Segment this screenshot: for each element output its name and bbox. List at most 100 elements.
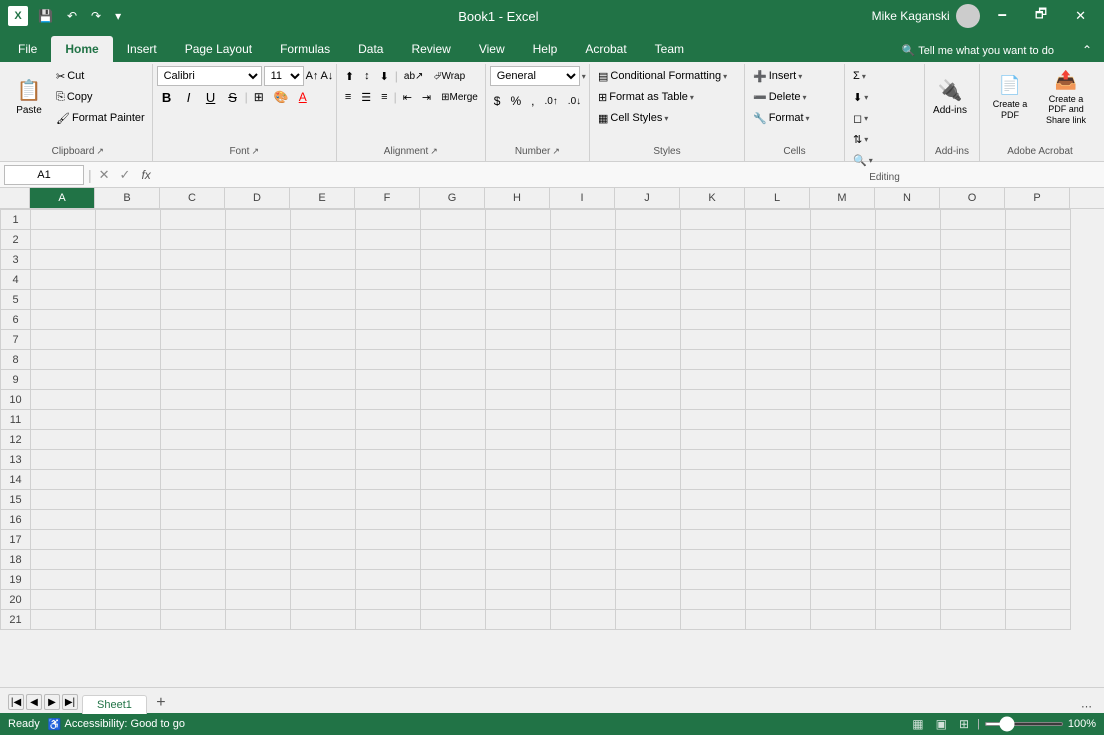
- cell-P17[interactable]: [1006, 530, 1071, 550]
- cell-K6[interactable]: [681, 310, 746, 330]
- cell-B12[interactable]: [96, 430, 161, 450]
- cell-G21[interactable]: [421, 610, 486, 630]
- cell-N9[interactable]: [876, 370, 941, 390]
- cell-J6[interactable]: [616, 310, 681, 330]
- cell-L1[interactable]: [746, 210, 811, 230]
- cell-M1[interactable]: [811, 210, 876, 230]
- cell-E7[interactable]: [291, 330, 356, 350]
- cell-D5[interactable]: [226, 290, 291, 310]
- cell-L17[interactable]: [746, 530, 811, 550]
- cell-J8[interactable]: [616, 350, 681, 370]
- col-header-E[interactable]: E: [290, 188, 355, 208]
- col-header-B[interactable]: B: [95, 188, 160, 208]
- cell-L3[interactable]: [746, 250, 811, 270]
- align-top-button[interactable]: ⬆: [341, 66, 358, 86]
- cell-L19[interactable]: [746, 570, 811, 590]
- cell-O20[interactable]: [941, 590, 1006, 610]
- cell-K8[interactable]: [681, 350, 746, 370]
- paste-button[interactable]: 📋 Paste: [8, 66, 50, 130]
- row-header-4[interactable]: 4: [1, 270, 31, 290]
- cell-F13[interactable]: [356, 450, 421, 470]
- cell-A8[interactable]: [31, 350, 96, 370]
- cell-D21[interactable]: [226, 610, 291, 630]
- sort-filter-button[interactable]: ⇅ ▾: [849, 129, 920, 149]
- cell-P2[interactable]: [1006, 230, 1071, 250]
- row-header-9[interactable]: 9: [1, 370, 31, 390]
- cell-F2[interactable]: [356, 230, 421, 250]
- cell-L7[interactable]: [746, 330, 811, 350]
- fill-dropdown-icon[interactable]: ▾: [864, 93, 868, 102]
- cut-button[interactable]: ✂ Cut: [52, 66, 149, 86]
- tab-review[interactable]: Review: [397, 36, 464, 62]
- cell-F8[interactable]: [356, 350, 421, 370]
- cell-E2[interactable]: [291, 230, 356, 250]
- cell-I17[interactable]: [551, 530, 616, 550]
- save-button[interactable]: 💾: [34, 7, 57, 25]
- normal-view-button[interactable]: ▦: [908, 716, 927, 732]
- tab-view[interactable]: View: [465, 36, 519, 62]
- alignment-expand-icon[interactable]: ↗: [430, 146, 438, 157]
- align-center-button[interactable]: ☰: [357, 87, 375, 107]
- cell-A16[interactable]: [31, 510, 96, 530]
- cell-J14[interactable]: [616, 470, 681, 490]
- align-middle-button[interactable]: ↕: [360, 66, 374, 86]
- cell-D2[interactable]: [226, 230, 291, 250]
- cell-O16[interactable]: [941, 510, 1006, 530]
- cell-H13[interactable]: [486, 450, 551, 470]
- cell-P14[interactable]: [1006, 470, 1071, 490]
- cell-N19[interactable]: [876, 570, 941, 590]
- cell-D9[interactable]: [226, 370, 291, 390]
- cell-K7[interactable]: [681, 330, 746, 350]
- col-header-N[interactable]: N: [875, 188, 940, 208]
- underline-button[interactable]: U: [201, 87, 221, 107]
- number-format-select[interactable]: General: [490, 66, 580, 86]
- cell-G7[interactable]: [421, 330, 486, 350]
- cell-F20[interactable]: [356, 590, 421, 610]
- tab-data[interactable]: Data: [344, 36, 397, 62]
- cell-M21[interactable]: [811, 610, 876, 630]
- cell-G20[interactable]: [421, 590, 486, 610]
- cell-E12[interactable]: [291, 430, 356, 450]
- cell-C19[interactable]: [161, 570, 226, 590]
- cell-H20[interactable]: [486, 590, 551, 610]
- cell-A21[interactable]: [31, 610, 96, 630]
- cell-G5[interactable]: [421, 290, 486, 310]
- cell-B20[interactable]: [96, 590, 161, 610]
- cell-O1[interactable]: [941, 210, 1006, 230]
- cell-L12[interactable]: [746, 430, 811, 450]
- cell-A19[interactable]: [31, 570, 96, 590]
- cell-L5[interactable]: [746, 290, 811, 310]
- sheet-last-button[interactable]: ▶|: [62, 694, 78, 710]
- cell-I21[interactable]: [551, 610, 616, 630]
- cell-O5[interactable]: [941, 290, 1006, 310]
- cell-I2[interactable]: [551, 230, 616, 250]
- row-header-20[interactable]: 20: [1, 590, 31, 610]
- cell-E19[interactable]: [291, 570, 356, 590]
- cell-B1[interactable]: [96, 210, 161, 230]
- cell-H10[interactable]: [486, 390, 551, 410]
- cell-O17[interactable]: [941, 530, 1006, 550]
- cell-I6[interactable]: [551, 310, 616, 330]
- cell-N11[interactable]: [876, 410, 941, 430]
- cell-F15[interactable]: [356, 490, 421, 510]
- cell-G8[interactable]: [421, 350, 486, 370]
- cell-H21[interactable]: [486, 610, 551, 630]
- cell-I3[interactable]: [551, 250, 616, 270]
- cell-G13[interactable]: [421, 450, 486, 470]
- cell-L20[interactable]: [746, 590, 811, 610]
- cell-I13[interactable]: [551, 450, 616, 470]
- cell-D1[interactable]: [226, 210, 291, 230]
- cell-J5[interactable]: [616, 290, 681, 310]
- insert-cells-button[interactable]: ➕ Insert ▾: [749, 66, 840, 86]
- cell-H12[interactable]: [486, 430, 551, 450]
- cancel-formula-icon[interactable]: ✕: [96, 167, 113, 183]
- formula-input[interactable]: [159, 165, 1100, 185]
- cell-H7[interactable]: [486, 330, 551, 350]
- cell-styles-button[interactable]: ▦ Cell Styles ▾: [594, 108, 740, 128]
- cell-A9[interactable]: [31, 370, 96, 390]
- cell-J21[interactable]: [616, 610, 681, 630]
- increase-decimal-button[interactable]: .0↑: [540, 91, 561, 111]
- cell-M8[interactable]: [811, 350, 876, 370]
- cell-K12[interactable]: [681, 430, 746, 450]
- col-header-L[interactable]: L: [745, 188, 810, 208]
